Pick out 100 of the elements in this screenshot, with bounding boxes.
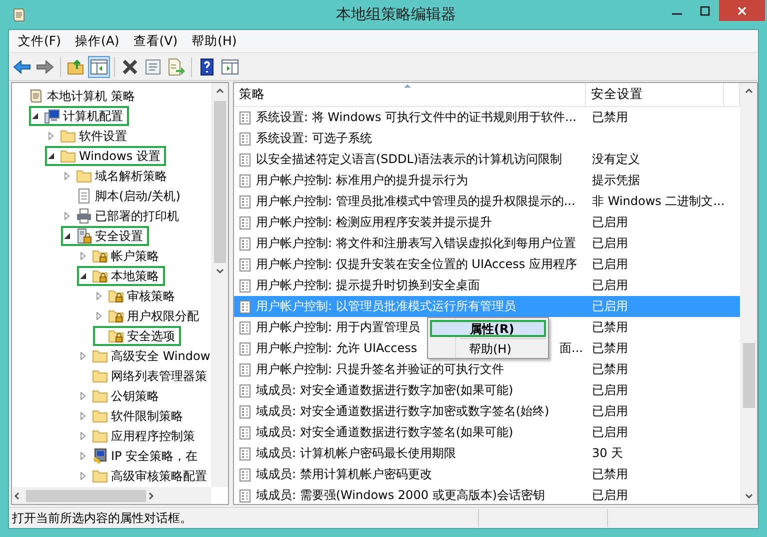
scroll-right-icon[interactable] bbox=[146, 490, 156, 500]
expand-arrow-icon[interactable] bbox=[79, 452, 87, 460]
expand-arrow-icon[interactable] bbox=[63, 172, 71, 180]
collapse-arrow-icon[interactable] bbox=[47, 152, 55, 160]
setting-value: 提示凭据 bbox=[592, 172, 640, 189]
folder-icon bbox=[92, 468, 108, 484]
setting-value: 已禁用 bbox=[592, 109, 628, 126]
vertical-scrollbar[interactable] bbox=[211, 83, 228, 487]
scroll-thumb[interactable] bbox=[742, 343, 754, 408]
policy-name: 域成员: 禁用计算机帐户密码更改 bbox=[256, 466, 432, 483]
tree-item[interactable]: 公钥策略 bbox=[111, 388, 159, 404]
policy-name: 用户帐户控制: 标准用户的提升提示行为 bbox=[256, 172, 468, 189]
policy-name: 域成员: 计算机帐户密码最长使用期限 bbox=[256, 445, 456, 462]
expand-arrow-icon[interactable] bbox=[79, 412, 87, 420]
collapse-arrow-icon[interactable] bbox=[31, 112, 39, 120]
expand-arrow-icon[interactable] bbox=[79, 252, 87, 260]
setting-value: 已启用 bbox=[592, 256, 628, 273]
locked-folder-icon bbox=[92, 248, 108, 264]
policy-name: 域成员: 对安全通道数据进行数字加密(如果可能) bbox=[256, 382, 514, 399]
scroll-icon bbox=[11, 6, 27, 22]
scroll-left-icon[interactable] bbox=[12, 490, 22, 500]
tree-item[interactable]: 软件限制策略 bbox=[111, 408, 183, 424]
policy-icon bbox=[239, 278, 253, 292]
policy-name: 用户帐户控制: 以管理员批准模式运行所有管理员 bbox=[256, 298, 516, 315]
setting-value: 已禁用 bbox=[592, 466, 628, 483]
policy-name: 系统设置: 将 Windows 可执行文件中的证书规则用于软件... bbox=[256, 109, 576, 126]
policy-icon bbox=[239, 446, 253, 460]
column-header[interactable]: 安全设置 bbox=[586, 83, 724, 106]
menu-item[interactable]: 操作(A) bbox=[68, 32, 126, 50]
locked-folder-icon bbox=[92, 268, 108, 284]
tree-item[interactable]: 网络列表管理器策 bbox=[111, 368, 207, 384]
policy-icon bbox=[239, 216, 253, 230]
maximize-icon bbox=[700, 6, 710, 16]
policy-name: 域成员: 对安全通道数据进行数字加密或数字签名(始终) bbox=[256, 403, 550, 420]
setting-value: 已启用 bbox=[592, 382, 628, 399]
tree-pane-button[interactable] bbox=[88, 56, 110, 78]
expand-arrow-icon[interactable] bbox=[79, 472, 87, 480]
tree-item[interactable]: Windows 设置 bbox=[79, 148, 160, 164]
expand-arrow-icon[interactable] bbox=[63, 212, 71, 220]
close-button[interactable] bbox=[719, 0, 765, 21]
expand-arrow-icon[interactable] bbox=[95, 312, 103, 320]
scroll-up-icon[interactable] bbox=[744, 86, 754, 96]
policy-name: 系统设置: 可选子系统 bbox=[256, 130, 372, 147]
folder-icon bbox=[92, 368, 108, 384]
tree-item[interactable]: 应用程序控制策 bbox=[111, 428, 195, 444]
policy-name: 域成员: 需要强(Windows 2000 或更高版本)会话密钥 bbox=[256, 487, 545, 504]
policy-icon bbox=[239, 320, 253, 334]
tree-item[interactable]: 域名解析策略 bbox=[95, 168, 167, 184]
folder-icon bbox=[76, 168, 92, 184]
tree-item[interactable]: 本地计算机 策略 bbox=[47, 88, 135, 104]
tree-item[interactable]: 脚本(启动/关机) bbox=[95, 188, 180, 204]
policy-icon bbox=[239, 174, 253, 188]
policy-icon bbox=[239, 362, 253, 376]
setting-value: 已禁用 bbox=[592, 361, 628, 378]
collapse-arrow-icon[interactable] bbox=[63, 232, 71, 240]
close-icon bbox=[737, 6, 747, 16]
tree-item[interactable]: 本地策略 bbox=[111, 268, 159, 284]
tree-item[interactable]: 用户权限分配 bbox=[127, 308, 199, 324]
scroll-up-icon[interactable] bbox=[214, 86, 224, 96]
menu-item[interactable]: 文件(F) bbox=[11, 32, 68, 50]
tree-item[interactable]: 高级安全 Window bbox=[111, 348, 210, 364]
computer-icon bbox=[44, 108, 60, 124]
window-title: 本地组策略编辑器 bbox=[336, 5, 456, 24]
scroll-down-icon[interactable] bbox=[214, 266, 224, 276]
expand-arrow-icon[interactable] bbox=[47, 132, 55, 140]
menu-item[interactable]: 帮助(H) bbox=[184, 32, 244, 50]
minimize-icon bbox=[672, 12, 682, 14]
menu-item[interactable]: 查看(V) bbox=[126, 32, 185, 50]
tree-item[interactable]: 审核策略 bbox=[127, 288, 175, 304]
expand-arrow-icon[interactable] bbox=[79, 352, 87, 360]
policy-icon bbox=[239, 300, 253, 314]
setting-value: 已启用 bbox=[592, 298, 628, 315]
horizontal-scrollbar[interactable] bbox=[12, 487, 211, 504]
tree-item[interactable]: 高级审核策略配置 bbox=[111, 468, 207, 484]
vertical-scrollbar[interactable] bbox=[740, 83, 757, 504]
scroll-thumb[interactable] bbox=[26, 490, 146, 502]
tree-item[interactable]: 安全设置 bbox=[95, 228, 143, 244]
tree-item[interactable]: 帐户策略 bbox=[111, 248, 159, 264]
expand-arrow-icon[interactable] bbox=[95, 292, 103, 300]
tree-item[interactable]: 计算机配置 bbox=[63, 108, 123, 124]
expand-arrow-icon[interactable] bbox=[79, 432, 87, 440]
menu-item[interactable]: 帮助(H) bbox=[430, 340, 546, 357]
scroll-down-icon[interactable] bbox=[744, 491, 754, 501]
script-icon bbox=[76, 188, 92, 204]
policy-name: 用户帐户控制: 只提升签名并验证的可执行文件 bbox=[256, 361, 504, 378]
policy-name: 面... bbox=[560, 340, 583, 357]
policy-icon bbox=[239, 488, 253, 502]
collapse-arrow-icon[interactable] bbox=[79, 272, 87, 280]
expand-arrow-icon[interactable] bbox=[79, 392, 87, 400]
folder-icon bbox=[92, 428, 108, 444]
tree-item[interactable]: 软件设置 bbox=[79, 128, 127, 144]
tree-item[interactable]: 已部署的打印机 bbox=[95, 208, 179, 224]
tree-item[interactable]: IP 安全策略，在 bbox=[111, 448, 198, 464]
policy-name: 以安全描述符定义语言(SDDL)语法表示的计算机访问限制 bbox=[256, 151, 562, 168]
column-header[interactable]: 策略 bbox=[234, 83, 586, 106]
menu-item[interactable]: 属性(R) bbox=[430, 320, 546, 337]
setting-value: 已禁用 bbox=[592, 340, 628, 357]
scroll-thumb[interactable] bbox=[214, 101, 226, 263]
tree-item[interactable]: 安全选项 bbox=[127, 328, 175, 344]
policy-icon bbox=[239, 404, 253, 418]
